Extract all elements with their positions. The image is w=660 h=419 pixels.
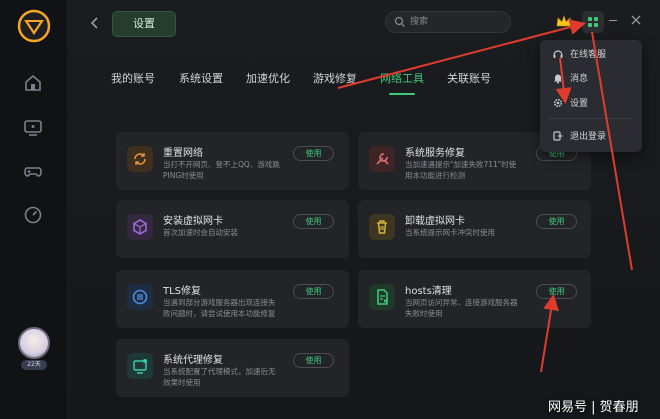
cube-icon (127, 214, 153, 240)
level-badge: 22天 (21, 360, 47, 370)
refresh-icon (127, 146, 153, 172)
card-install-vnic: 安装虚拟网卡 首次加速时会自动安装 使用 (116, 200, 349, 258)
card-desc: 首次加速时会自动安装 (163, 228, 238, 237)
card-title: 卸载虚拟网卡 (405, 216, 465, 227)
minimize-button[interactable] (609, 20, 617, 21)
card-title: TLS修复 (163, 286, 202, 297)
crown-icon[interactable] (556, 14, 572, 28)
card-title: 安装虚拟网卡 (163, 216, 223, 227)
active-tab-indicator (389, 93, 415, 95)
headset-icon (553, 50, 563, 58)
tls-icon (127, 284, 153, 310)
search-input[interactable] (410, 14, 506, 30)
tab-acceleration[interactable]: 加速优化 (246, 70, 290, 86)
use-button[interactable]: 使用 (536, 214, 577, 229)
menu-button[interactable] (582, 11, 604, 33)
wrench-icon (369, 146, 395, 172)
watermark: 网易号 | 贺春朋 (548, 400, 639, 415)
tab-my-account[interactable]: 我的账号 (111, 70, 155, 86)
tab-game-repair[interactable]: 游戏修复 (313, 70, 357, 86)
monitor-nav-icon[interactable] (22, 116, 44, 138)
search-icon (394, 16, 405, 27)
card-title: 重置网络 (163, 148, 203, 159)
menu-item-label: 在线客服 (570, 50, 607, 60)
card-desc: 当网页访问异常、连接游戏服务器失败时使用 (405, 298, 518, 318)
menu-divider (548, 118, 634, 119)
card-proxy-repair: 系统代理修复 当系统配置了代理模式，加速后无效果时使用 使用 (116, 339, 349, 397)
page-title: 设置 (112, 11, 176, 37)
use-button[interactable]: 使用 (293, 284, 334, 299)
document-icon (369, 284, 395, 310)
search-box[interactable] (385, 11, 511, 33)
card-reset-network: 重置网络 当打不开网页、登不上QQ、游戏跳PING时使用 使用 (116, 132, 349, 190)
tab-linked-accounts[interactable]: 关联账号 (447, 70, 491, 86)
card-desc: 当加速遇提示"加速失败711"时使用本功能进行检测 (405, 160, 517, 180)
bell-icon (554, 74, 562, 84)
card-hosts-clean: hosts清理 当网页访问异常、连接游戏服务器失败时使用 使用 (358, 270, 591, 328)
monitor-icon (127, 353, 153, 379)
logout-icon (553, 131, 563, 141)
card-tls-repair: TLS修复 当遇到部分游戏服务器出现连接失败问题时，请尝试使用本功能修复 使用 (116, 270, 349, 328)
use-button[interactable]: 使用 (536, 284, 577, 299)
use-button[interactable]: 使用 (293, 353, 334, 368)
avatar[interactable] (18, 327, 50, 359)
close-icon[interactable] (630, 14, 642, 26)
card-desc: 当打不开网页、登不上QQ、游戏跳PING时使用 (163, 160, 280, 180)
speedometer-icon[interactable] (22, 204, 44, 226)
gamepad-icon[interactable] (22, 160, 44, 182)
card-uninstall-vnic: 卸载虚拟网卡 当系统提示网卡冲突时使用 使用 (358, 200, 591, 258)
user-menu-dropdown: 在线客服 消息 设置 退出登录 (540, 40, 642, 152)
menu-item-label: 消息 (570, 74, 589, 84)
tab-network-tools[interactable]: 网络工具 (380, 70, 424, 86)
card-desc: 当遇到部分游戏服务器出现连接失败问题时，请尝试使用本功能修复 (163, 298, 276, 318)
card-title: 系统服务修复 (405, 148, 465, 159)
logo-icon (17, 9, 51, 43)
card-title: 系统代理修复 (163, 355, 223, 366)
use-button[interactable]: 使用 (293, 146, 334, 161)
use-button[interactable]: 使用 (293, 214, 334, 229)
trash-icon (369, 214, 395, 240)
tab-system-settings[interactable]: 系统设置 (179, 70, 223, 86)
menu-item-label: 设置 (570, 99, 589, 109)
gear-icon (553, 98, 563, 108)
card-desc: 当系统配置了代理模式，加速后无效果时使用 (163, 367, 276, 387)
card-title: hosts清理 (405, 286, 452, 297)
back-icon[interactable] (88, 14, 102, 32)
menu-item-label: 退出登录 (570, 132, 607, 142)
app-grid-icon (588, 17, 598, 27)
card-desc: 当系统提示网卡冲突时使用 (405, 228, 495, 237)
sidebar: 22天 (0, 0, 68, 419)
home-icon[interactable] (22, 72, 44, 94)
